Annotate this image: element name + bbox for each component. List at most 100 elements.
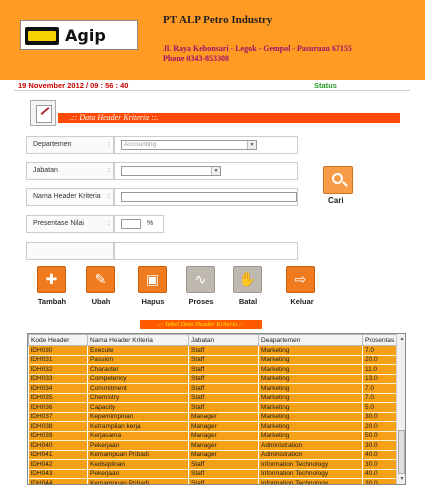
table-cell: IDH042 <box>28 459 88 470</box>
percent-sign: % <box>147 220 154 227</box>
hapus-label: Hapus <box>141 297 165 306</box>
phone-line: Phone 0343-853308 <box>163 54 229 63</box>
criteria-table: Kode Header Nama Header Kriteria Jabatan… <box>28 334 397 484</box>
data-grid[interactable]: Kode Header Nama Header Kriteria Jabatan… <box>27 333 406 485</box>
table-cell: Competency <box>87 374 189 384</box>
table-row[interactable]: IDH030 Execute Staff Marketing 7.0 <box>28 345 397 356</box>
table-row[interactable]: IDH037 Kepemimpinan Manager Marketing 30.0 <box>28 412 397 422</box>
column-header[interactable]: Prosentas <box>362 334 397 346</box>
table-cell: Pekerjaan <box>87 440 189 451</box>
table-cell: Kepemimpinan <box>87 412 189 422</box>
table-cell: 30.0 <box>362 412 397 422</box>
tambah-button[interactable]: ✚ <box>37 266 66 293</box>
chevron-down-icon[interactable]: ▼ <box>247 141 256 149</box>
keluar-button[interactable]: ⇨ <box>286 266 315 293</box>
table-cell: Information Technology <box>258 478 363 484</box>
table-cell: Staff <box>188 459 259 470</box>
address-line: Jl. Raya Kebonsari - Legok - Gempol - Pa… <box>163 44 352 53</box>
hapus-button[interactable]: ▣ <box>138 266 167 293</box>
table-cell: Manager <box>188 412 259 422</box>
table-cell: Capacity <box>87 402 189 413</box>
colon: : <box>108 141 110 148</box>
scroll-thumb[interactable] <box>398 430 405 474</box>
proses-label: Proses <box>188 297 214 306</box>
table-cell: 7.0 <box>362 393 397 403</box>
table-cell: Commitment <box>87 383 189 394</box>
proses-button[interactable]: ∿ <box>186 266 215 293</box>
company-name: PT ALP Petro Industry <box>163 14 273 26</box>
table-cell: Staff <box>188 478 259 484</box>
table-cell: 20.0 <box>362 355 397 365</box>
status-label: Status <box>314 81 337 90</box>
table-cell: Manager <box>188 440 259 451</box>
table-row[interactable]: IDH039 Kerjasama Manager Marketing 50.0 <box>28 431 397 441</box>
document-edit-icon <box>30 100 56 126</box>
nama-header-input[interactable] <box>121 192 297 202</box>
departemen-value: Accounting <box>124 141 157 148</box>
table-row[interactable]: IDH038 Ketrampilan kerja Manager Marketing 2… <box>28 421 397 432</box>
search-icon <box>332 173 343 184</box>
column-header[interactable]: Kode Header <box>28 334 88 346</box>
table-row[interactable]: IDH034 Commitment Staff Marketing 7.0 <box>28 383 397 394</box>
table-cell: Pekerjaan <box>87 469 189 479</box>
table-cell: Execute <box>87 345 189 356</box>
batal-button[interactable]: ✋ <box>233 266 262 293</box>
search-label: Cari <box>328 196 344 205</box>
table-cell: Character <box>87 364 189 375</box>
table-cell: IDH035 <box>28 393 88 403</box>
vertical-scrollbar[interactable]: ▲ ▼ <box>396 334 405 484</box>
search-button[interactable] <box>323 166 353 194</box>
table-cell: Manager <box>188 421 259 432</box>
table-cell: IDH041 <box>28 450 88 460</box>
table-cell: Chemistry <box>87 393 189 403</box>
table-row[interactable]: IDH035 Chemistry Staff Marketing 7.0 <box>28 393 397 403</box>
table-row[interactable]: IDH042 Kedisiplinan Staff Information Techn… <box>28 459 397 470</box>
table-row[interactable]: IDH033 Competency Staff Marketing 13.0 <box>28 374 397 384</box>
empty-field-frame <box>114 242 298 260</box>
table-row[interactable]: IDH044 Kemampuan Pribadi Staff Information … <box>28 478 397 484</box>
scroll-up-icon[interactable]: ▲ <box>397 334 405 345</box>
empty-label-box <box>26 242 114 260</box>
table-cell: IDH039 <box>28 431 88 441</box>
table-cell: 20.0 <box>362 421 397 432</box>
column-header[interactable]: Nama Header Kriteria <box>87 334 189 346</box>
table-cell: Kemampuan Pribadi <box>87 478 189 484</box>
table-title: .:: Tabel Data Header Kriteria ::. <box>157 321 245 328</box>
column-header[interactable]: Deapartemen <box>258 334 363 346</box>
table-cell: Information Technology <box>258 459 363 470</box>
table-cell: Administration <box>258 450 363 460</box>
departemen-select[interactable]: Accounting ▼ <box>121 140 257 150</box>
chevron-down-icon[interactable]: ▼ <box>211 167 220 175</box>
presentase-input[interactable] <box>121 219 141 229</box>
nama-header-label: Nama Header Kriteria <box>26 188 114 206</box>
table-row[interactable]: IDH031 Passion Staff Marketing 20.0 <box>28 355 397 365</box>
table-cell: IDH044 <box>28 478 88 484</box>
form-title-bar: .:: Data Header Kriteria ::. <box>58 113 400 123</box>
logo-text: Agip <box>65 26 106 45</box>
table-header-row: Kode Header Nama Header Kriteria Jabatan… <box>28 334 397 346</box>
table-cell: IDH034 <box>28 383 88 394</box>
table-cell: Administration <box>258 440 363 451</box>
table-cell: IDH038 <box>28 421 88 432</box>
jabatan-select[interactable]: ▼ <box>121 166 221 176</box>
table-cell: Kemampuan Pribadi <box>87 450 189 460</box>
column-header[interactable]: Jabatan <box>188 334 259 346</box>
table-cell: Information Technology <box>258 469 363 479</box>
status-bar: 19 November 2012 / 09 : 56 : 40 Status <box>14 80 410 91</box>
table-cell: Staff <box>188 383 259 394</box>
table-row[interactable]: IDH041 Kemampuan Pribadi Manager Administra… <box>28 450 397 460</box>
table-row[interactable]: IDH043 Pekerjaan Staff Information Technolo… <box>28 469 397 479</box>
table-row[interactable]: IDH040 Pekerjaan Manager Administration 30.0 <box>28 440 397 451</box>
table-row[interactable]: IDH032 Character Staff Marketing 11.0 <box>28 364 397 375</box>
table-row[interactable]: IDH036 Capacity Staff Marketing 5.0 <box>28 402 397 413</box>
scroll-down-icon[interactable]: ▼ <box>397 474 405 484</box>
table-cell: IDH032 <box>28 364 88 375</box>
ubah-button[interactable]: ✎ <box>86 266 115 293</box>
table-cell: Marketing <box>258 374 363 384</box>
table-cell: Marketing <box>258 393 363 403</box>
company-address: Jl. Raya Kebonsari - Legok - Gempol - Pa… <box>163 44 352 64</box>
table-cell: IDH037 <box>28 412 88 422</box>
form-title: .:: Data Header Kriteria ::. <box>70 113 159 122</box>
table-cell: Marketing <box>258 364 363 375</box>
departemen-label: Departemen <box>26 136 114 154</box>
